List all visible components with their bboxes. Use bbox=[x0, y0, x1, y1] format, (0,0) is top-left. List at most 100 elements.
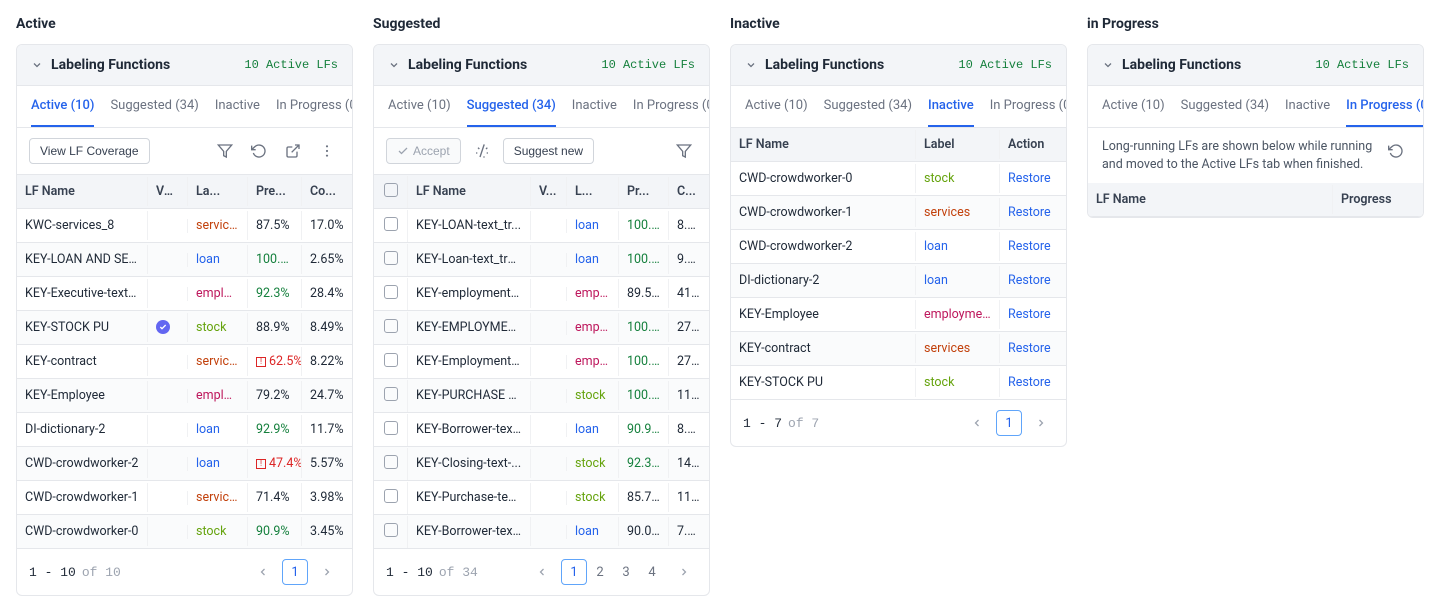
suggest-new-button[interactable]: Suggest new bbox=[503, 138, 594, 164]
col-vote[interactable]: V... bbox=[531, 177, 567, 206]
table-row[interactable]: CWD-crowdworker-2loanRestore bbox=[731, 230, 1066, 264]
pager-next-icon[interactable] bbox=[1028, 410, 1054, 436]
tab-inactive[interactable]: Inactive bbox=[1285, 86, 1330, 127]
pager-page-1[interactable]: 1 bbox=[282, 559, 308, 585]
restore-link[interactable]: Restore bbox=[1000, 198, 1066, 227]
col-precision[interactable]: Pr... bbox=[619, 177, 669, 206]
row-checkbox[interactable] bbox=[374, 210, 408, 242]
table-row[interactable]: KEY-LOAN-text_tr...loan100.0%8.49% bbox=[374, 209, 709, 243]
filter-icon[interactable] bbox=[212, 138, 238, 164]
row-checkbox[interactable] bbox=[374, 448, 408, 480]
col-label[interactable]: Label bbox=[916, 130, 1000, 159]
chevron-down-icon[interactable] bbox=[1102, 59, 1114, 71]
col-label[interactable]: La... bbox=[188, 177, 248, 206]
pager-prev-icon[interactable] bbox=[250, 559, 276, 585]
tab-suggested[interactable]: Suggested (34) bbox=[1181, 86, 1269, 127]
table-row[interactable]: KEY-EMPLOYMEN...employment100.0%27.1% bbox=[374, 311, 709, 345]
pager-prev-icon[interactable] bbox=[964, 410, 990, 436]
chevron-down-icon[interactable] bbox=[31, 59, 43, 71]
restore-link[interactable]: Restore bbox=[1000, 232, 1066, 261]
table-row[interactable]: KEY-Loan-text_tru...loan100.0%9.55% bbox=[374, 243, 709, 277]
col-lf-name[interactable]: LF Name bbox=[408, 177, 531, 206]
table-row[interactable]: KEY-LOAN AND SECURITloan100.0%2.65% bbox=[17, 243, 352, 277]
table-row[interactable]: KEY-Borrower-text...loan90.9%8.75% bbox=[374, 413, 709, 447]
col-lf-name[interactable]: LF Name bbox=[1088, 185, 1333, 214]
view-coverage-button[interactable]: View LF Coverage bbox=[29, 138, 150, 164]
tab-in-progress[interactable]: In Progress (0) bbox=[633, 86, 710, 127]
chevron-down-icon[interactable] bbox=[745, 59, 757, 71]
restore-link[interactable]: Restore bbox=[1000, 266, 1066, 295]
row-checkbox[interactable] bbox=[374, 482, 408, 514]
col-vote[interactable]: Vo... bbox=[148, 177, 188, 206]
col-lf-name[interactable]: LF Name bbox=[17, 177, 148, 206]
tab-suggested[interactable]: Suggested (34) bbox=[824, 86, 912, 127]
col-coverage[interactable]: Co... bbox=[302, 177, 352, 206]
open-external-icon[interactable] bbox=[280, 138, 306, 164]
table-row[interactable]: CWD-crowdworker-0stockRestore bbox=[731, 162, 1066, 196]
tab-in-progress[interactable]: In Progress (0) bbox=[1346, 86, 1424, 127]
col-progress[interactable]: Progress bbox=[1333, 185, 1423, 214]
row-checkbox[interactable] bbox=[374, 380, 408, 412]
chevron-down-icon[interactable] bbox=[388, 59, 400, 71]
tab-suggested[interactable]: Suggested (34) bbox=[467, 86, 556, 127]
col-checkbox[interactable] bbox=[374, 176, 408, 208]
restore-link[interactable]: Restore bbox=[1000, 368, 1066, 397]
magic-wand-icon[interactable] bbox=[469, 138, 495, 164]
tab-in-progress[interactable]: In Progress (0) bbox=[276, 86, 353, 127]
col-coverage[interactable]: C... bbox=[669, 177, 709, 206]
row-checkbox[interactable] bbox=[374, 516, 408, 548]
restore-link[interactable]: Restore bbox=[1000, 334, 1066, 363]
tab-active[interactable]: Active (10) bbox=[745, 86, 808, 127]
table-row[interactable]: KEY-Employment-...employment100.0%27.9% bbox=[374, 345, 709, 379]
pager-page-2[interactable]: 2 bbox=[587, 559, 613, 585]
pager-page-1[interactable]: 1 bbox=[996, 410, 1022, 436]
row-checkbox[interactable] bbox=[374, 414, 408, 446]
table-row[interactable]: KEY-employment-t...employment89.5%41.6% bbox=[374, 277, 709, 311]
table-row[interactable]: KWC-services_8services87.5%17.0% bbox=[17, 209, 352, 243]
pager-next-icon[interactable] bbox=[314, 559, 340, 585]
table-row[interactable]: KEY-Borrower-text...loan90.0%7.96% bbox=[374, 515, 709, 549]
table-row[interactable]: KEY-contractservices!62.5%8.22% bbox=[17, 345, 352, 379]
table-row[interactable]: CWD-crowdworker-1servicesRestore bbox=[731, 196, 1066, 230]
col-precision[interactable]: Pre... bbox=[248, 177, 302, 206]
table-row[interactable]: KEY-Employeeemployment79.2%24.7% bbox=[17, 379, 352, 413]
accept-button[interactable]: Accept bbox=[386, 138, 461, 164]
filter-icon[interactable] bbox=[671, 138, 697, 164]
row-checkbox[interactable] bbox=[374, 278, 408, 310]
pager-page-1[interactable]: 1 bbox=[561, 559, 587, 585]
table-row[interactable]: KEY-STOCK PUstockRestore bbox=[731, 366, 1066, 400]
tab-inactive[interactable]: Inactive bbox=[928, 86, 974, 127]
pager-prev-icon[interactable] bbox=[529, 559, 555, 585]
col-action[interactable]: Action bbox=[1000, 130, 1066, 159]
table-row[interactable]: KEY-Closing-text-...stock92.3%14.6% bbox=[374, 447, 709, 481]
row-checkbox[interactable] bbox=[374, 244, 408, 276]
table-row[interactable]: KEY-Purchase-tex...stock85.7%11.4% bbox=[374, 481, 709, 515]
row-checkbox[interactable] bbox=[374, 312, 408, 344]
row-checkbox[interactable] bbox=[374, 346, 408, 378]
table-row[interactable]: KEY-contractservicesRestore bbox=[731, 332, 1066, 366]
table-row[interactable]: CWD-crowdworker-0stock90.9%3.45% bbox=[17, 515, 352, 549]
tab-inactive[interactable]: Inactive bbox=[572, 86, 617, 127]
more-vertical-icon[interactable] bbox=[314, 138, 340, 164]
tab-in-progress[interactable]: In Progress (0) bbox=[990, 86, 1067, 127]
restore-link[interactable]: Restore bbox=[1000, 164, 1066, 193]
table-row[interactable]: KEY-EmployeeemploymentRestore bbox=[731, 298, 1066, 332]
tab-active[interactable]: Active (10) bbox=[31, 86, 94, 127]
pager-page-3[interactable]: 3 bbox=[613, 559, 639, 585]
col-label[interactable]: L... bbox=[567, 177, 619, 206]
col-lf-name[interactable]: LF Name bbox=[731, 130, 916, 159]
table-row[interactable]: KEY-PURCHASE A...stock100.0%11.4% bbox=[374, 379, 709, 413]
table-row[interactable]: CWD-crowdworker-2loan!47.4%5.57% bbox=[17, 447, 352, 481]
refresh-icon[interactable] bbox=[246, 138, 272, 164]
pager-page-4[interactable]: 4 bbox=[639, 559, 665, 585]
tab-inactive[interactable]: Inactive bbox=[215, 86, 260, 127]
table-row[interactable]: KEY-STOCK PUstock88.9%8.49% bbox=[17, 311, 352, 345]
table-row[interactable]: DI-dictionary-2loanRestore bbox=[731, 264, 1066, 298]
tab-active[interactable]: Active (10) bbox=[1102, 86, 1165, 127]
tab-suggested[interactable]: Suggested (34) bbox=[110, 86, 198, 127]
refresh-icon[interactable] bbox=[1383, 138, 1409, 164]
restore-link[interactable]: Restore bbox=[1000, 300, 1066, 329]
table-row[interactable]: KEY-Executive-text_truncemployment92.3%2… bbox=[17, 277, 352, 311]
table-row[interactable]: CWD-crowdworker-1services71.4%3.98% bbox=[17, 481, 352, 515]
table-row[interactable]: DI-dictionary-2loan92.9%11.7% bbox=[17, 413, 352, 447]
